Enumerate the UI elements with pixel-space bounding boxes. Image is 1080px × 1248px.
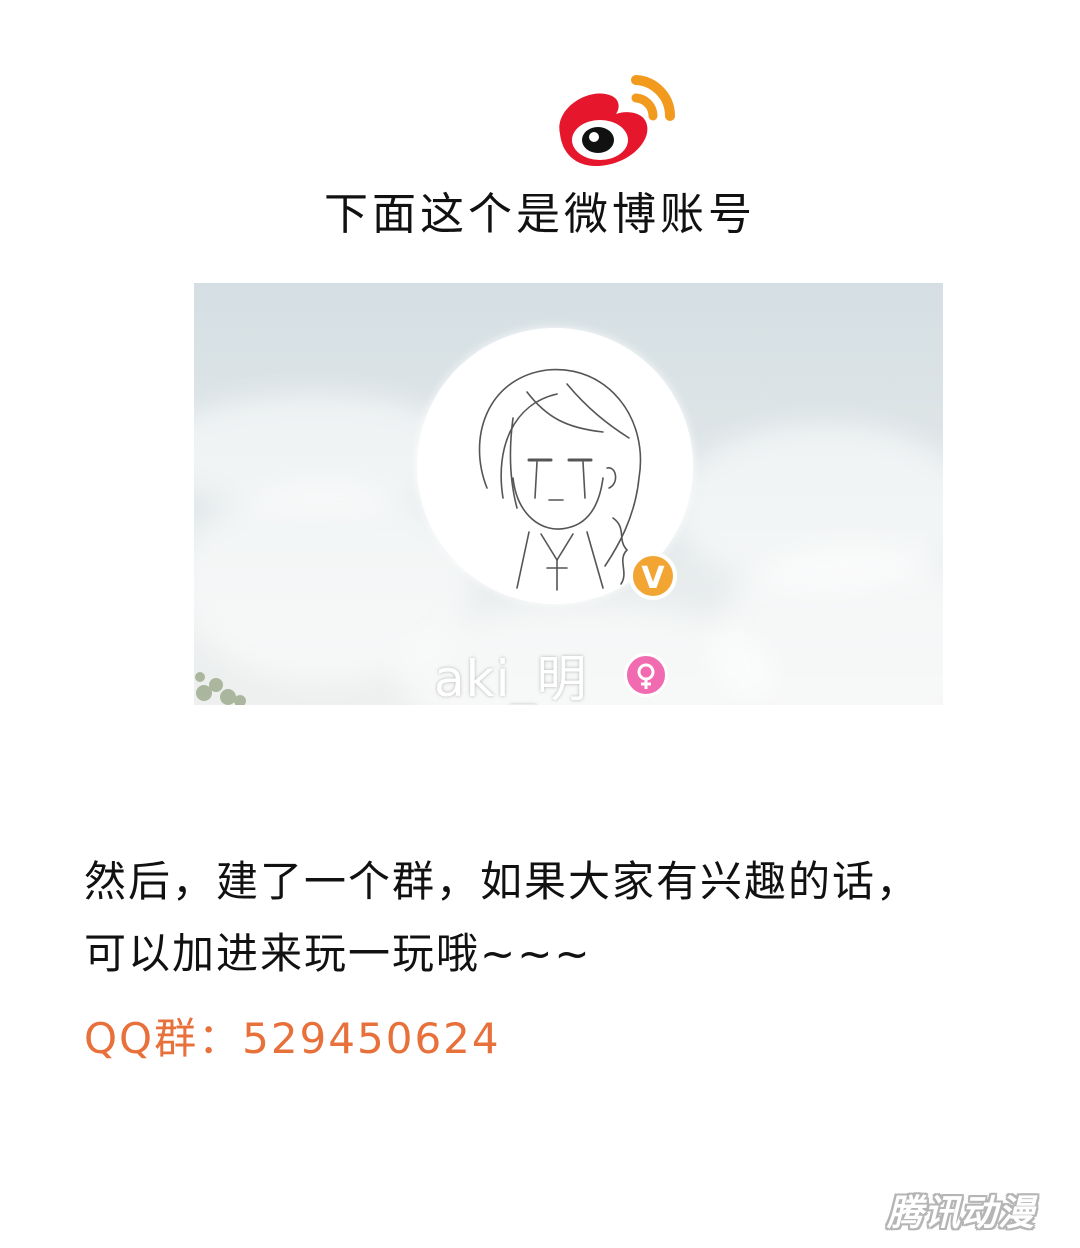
- tencent-comic-watermark: 腾讯动漫: [887, 1193, 1036, 1234]
- weibo-profile-card: V aki_明: [194, 283, 943, 705]
- invitation-line-1: 然后，建了一个群，如果大家有兴趣的话，: [84, 857, 921, 906]
- profile-username[interactable]: aki_明: [434, 639, 588, 705]
- invitation-line-2: 可以加进来玩一玩哦~~~: [84, 929, 592, 978]
- weibo-logo-icon: [559, 75, 676, 166]
- qq-group-number[interactable]: QQ群：529450624: [84, 1005, 501, 1066]
- page-heading: 下面这个是微博账号: [324, 189, 756, 240]
- tree-leaves-decoration: [195, 672, 246, 705]
- verified-badge-icon: V: [629, 552, 677, 600]
- invitation-text: 然后，建了一个群，如果大家有兴趣的话， 可以加进来玩一玩哦~~~: [84, 846, 1024, 990]
- female-icon: [624, 653, 668, 697]
